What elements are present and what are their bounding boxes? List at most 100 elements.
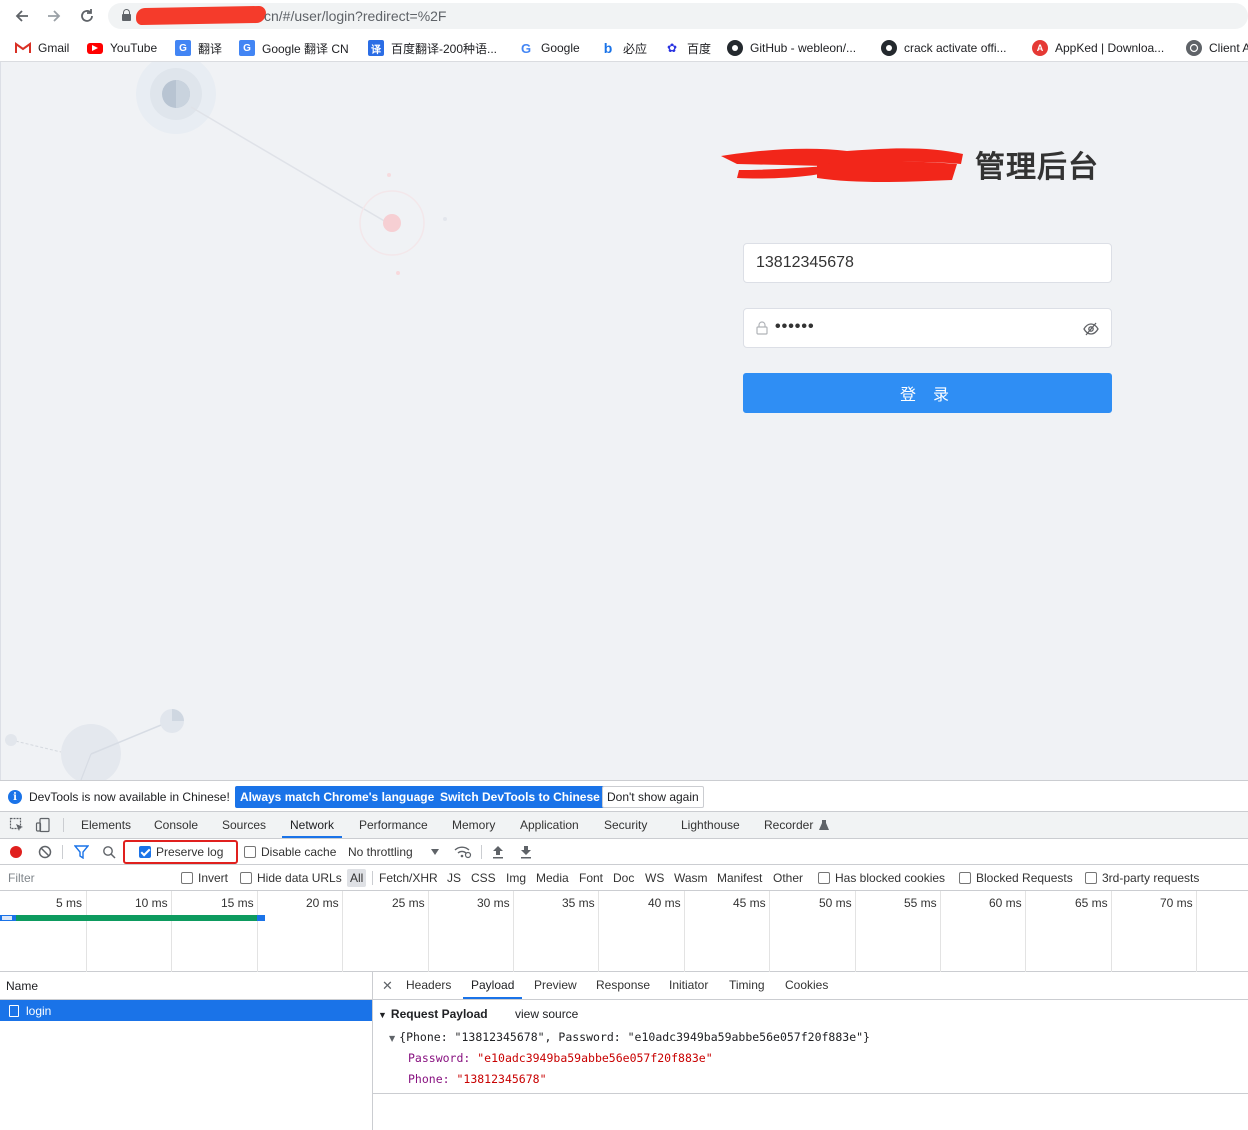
tab-network[interactable]: Network	[282, 812, 343, 838]
tab-application[interactable]: Application	[520, 812, 579, 838]
checkbox[interactable]	[1085, 872, 1097, 884]
bookmark-baidu[interactable]: ✿ 百度	[664, 40, 711, 56]
request-payload-heading[interactable]: ▼ Request Payload	[378, 1007, 488, 1021]
eye-slash-icon[interactable]	[1083, 321, 1099, 337]
bookmark-gmail[interactable]: Gmail	[15, 40, 69, 56]
download-icon[interactable]	[520, 845, 532, 859]
phone-field[interactable]	[743, 243, 1112, 283]
tab-console[interactable]: Console	[154, 812, 198, 838]
timeline-tick-label: 35 ms	[562, 896, 595, 910]
filter-input[interactable]: Filter	[8, 865, 35, 891]
bookmark-appked[interactable]: A AppKed | Downloa...	[1032, 40, 1164, 56]
payload-value: "e10adc3949ba59abbe56e057f20f883e"	[477, 1051, 713, 1065]
timeline-tick-label: 40 ms	[648, 896, 681, 910]
filter-icon[interactable]	[74, 845, 89, 859]
type-filter-wasm[interactable]: Wasm	[674, 865, 708, 891]
password-field[interactable]: ••••••	[743, 308, 1112, 348]
clear-icon[interactable]	[38, 845, 52, 859]
record-icon[interactable]	[9, 845, 23, 859]
separator	[372, 871, 373, 885]
login-button[interactable]: 登 录	[743, 373, 1112, 413]
bookmark-github-webleon[interactable]: GitHub - webleon/...	[727, 40, 856, 56]
type-filter-js[interactable]: JS	[447, 865, 461, 891]
upload-icon[interactable]	[492, 845, 504, 859]
invert-checkbox[interactable]: Invert	[181, 865, 228, 891]
always-match-language-button[interactable]: Always match Chrome's language	[235, 786, 440, 808]
tab-memory[interactable]: Memory	[452, 812, 495, 838]
tab-recorder[interactable]: Recorder	[764, 812, 813, 838]
payload-summary: {Phone: "13812345678", Password: "e10adc…	[399, 1030, 870, 1044]
network-conditions-icon[interactable]	[454, 845, 472, 859]
checkbox[interactable]	[959, 872, 971, 884]
tab-elements[interactable]: Elements	[81, 812, 131, 838]
tab-security[interactable]: Security	[604, 812, 647, 838]
device-toolbar-icon[interactable]	[35, 817, 51, 833]
type-filter-font[interactable]: Font	[579, 865, 603, 891]
blocked-requests-checkbox[interactable]: Blocked Requests	[959, 865, 1073, 891]
tab-headers[interactable]: Headers	[406, 972, 451, 999]
browser-toolbar: cn/#/user/login?redirect=%2F	[0, 0, 1248, 32]
switch-to-chinese-button[interactable]: Switch DevTools to Chinese	[435, 786, 605, 808]
request-row[interactable]: login	[0, 1000, 372, 1021]
third-party-checkbox[interactable]: 3rd-party requests	[1085, 865, 1199, 891]
view-source-link[interactable]: view source	[515, 1007, 578, 1021]
checkbox[interactable]	[181, 872, 193, 884]
tab-initiator[interactable]: Initiator	[669, 972, 708, 999]
hide-data-urls-checkbox[interactable]: Hide data URLs	[240, 865, 342, 891]
type-filter-other[interactable]: Other	[773, 865, 803, 891]
payload-object[interactable]: ▼ {Phone: "13812345678", Password: "e10ad…	[389, 1030, 870, 1044]
phone-input[interactable]	[756, 244, 1096, 282]
preserve-log-checkbox[interactable]: Preserve log	[139, 839, 223, 865]
search-icon[interactable]	[102, 845, 116, 859]
tab-preview[interactable]: Preview	[534, 972, 577, 999]
type-filter-all[interactable]: All	[347, 869, 367, 887]
type-filter-doc[interactable]: Doc	[613, 865, 634, 891]
tab-lighthouse[interactable]: Lighthouse	[681, 812, 740, 838]
type-filter-media[interactable]: Media	[536, 865, 569, 891]
separator	[63, 818, 64, 832]
inspect-element-icon[interactable]	[9, 817, 25, 833]
tab-cookies[interactable]: Cookies	[785, 972, 828, 999]
bookmark-baidu-translate[interactable]: 译 百度翻译-200种语...	[368, 40, 497, 56]
checkbox[interactable]	[240, 872, 252, 884]
timeline-tick-label: 5 ms	[56, 896, 83, 910]
checkbox[interactable]	[818, 872, 830, 884]
info-icon: i	[8, 790, 22, 804]
bookmark-translate[interactable]: G 翻译	[175, 40, 222, 56]
password-input[interactable]: ••••••	[775, 318, 815, 336]
name-column-header[interactable]: Name	[0, 972, 372, 1000]
type-filter-css[interactable]: CSS	[471, 865, 496, 891]
bookmark-google-translate-cn[interactable]: G Google 翻译 CN	[239, 40, 349, 56]
tab-performance[interactable]: Performance	[359, 812, 428, 838]
tab-timing[interactable]: Timing	[729, 972, 765, 999]
bookmark-youtube[interactable]: YouTube	[87, 40, 157, 56]
bookmark-google[interactable]: G Google	[518, 40, 580, 56]
payload-key: Phone	[408, 1072, 443, 1086]
disable-cache-checkbox[interactable]: Disable cache	[244, 839, 336, 865]
bookmark-bing[interactable]: b 必应	[600, 40, 647, 56]
bookmark-crack-activate[interactable]: crack activate offi...	[881, 40, 1007, 56]
type-filter-fetch-xhr[interactable]: Fetch/XHR	[379, 865, 438, 891]
forward-icon[interactable]	[42, 4, 66, 28]
back-icon[interactable]	[10, 4, 34, 28]
type-filter-ws[interactable]: WS	[645, 865, 664, 891]
checkbox[interactable]	[244, 846, 256, 858]
tab-payload[interactable]: Payload	[463, 972, 523, 999]
close-icon[interactable]: ✕	[382, 972, 393, 999]
tab-sources[interactable]: Sources	[222, 812, 266, 838]
checkbox-checked[interactable]	[139, 846, 151, 858]
translate-icon: G	[175, 40, 191, 56]
reload-icon[interactable]	[75, 4, 99, 28]
bookmark-client[interactable]: Client A	[1186, 40, 1248, 56]
throttling-select[interactable]: No throttling	[348, 839, 439, 865]
network-timeline[interactable]: 5 ms 10 ms 15 ms 20 ms 25 ms 30 ms 35 ms…	[0, 891, 1248, 972]
timeline-gridline	[342, 891, 343, 972]
url-text[interactable]: cn/#/user/login?redirect=%2F	[264, 8, 447, 24]
type-filter-manifest[interactable]: Manifest	[717, 865, 762, 891]
dont-show-again-button[interactable]: Don't show again	[602, 786, 704, 808]
type-filter-img[interactable]: Img	[506, 865, 526, 891]
timeline-tick-label: 25 ms	[392, 896, 425, 910]
has-blocked-cookies-checkbox[interactable]: Has blocked cookies	[818, 865, 945, 891]
bookmark-label: AppKed | Downloa...	[1055, 41, 1165, 55]
tab-response[interactable]: Response	[596, 972, 650, 999]
